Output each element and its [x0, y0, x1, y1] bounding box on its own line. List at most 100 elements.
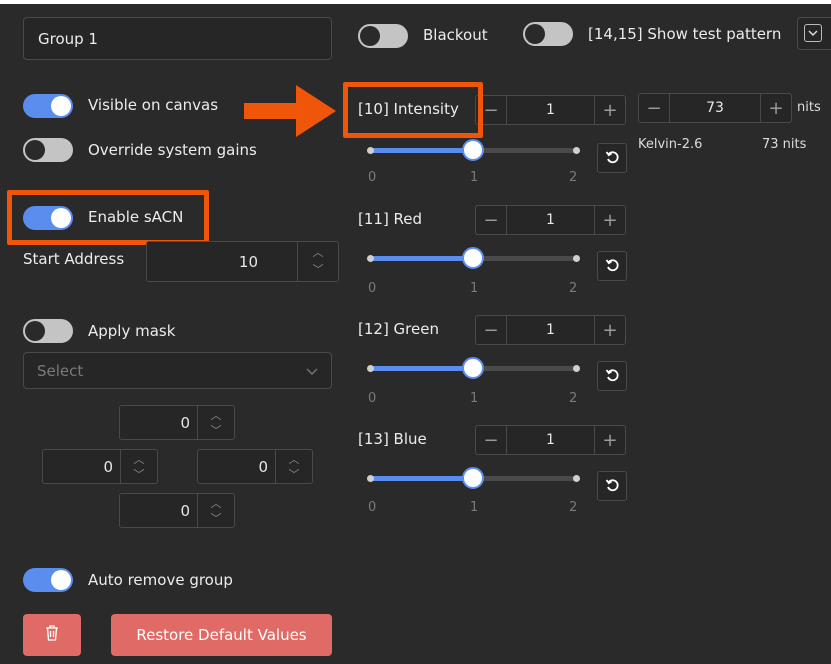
slider-max-dot [573, 365, 580, 372]
channel-value[interactable]: 1 [506, 206, 595, 234]
slider-fill [368, 476, 473, 481]
chevron-up-icon[interactable]: ︿ [298, 247, 338, 259]
mask-bottom-value: 0 [180, 501, 190, 520]
tick-label: 1 [470, 170, 479, 185]
apply-mask-toggle[interactable] [23, 319, 73, 343]
group-name-value: Group 1 [38, 30, 98, 48]
nits-stepper[interactable]: − 73 + [638, 93, 792, 123]
toggle-knob [25, 140, 45, 160]
toggle-knob [525, 24, 545, 44]
channel-value[interactable]: 1 [506, 316, 595, 344]
reset-icon [605, 257, 619, 276]
slider-min-dot [367, 365, 374, 372]
slider-thumb[interactable] [462, 247, 484, 269]
tick-label: 2 [569, 281, 578, 296]
group-name-input[interactable]: Group 1 [23, 17, 332, 60]
start-address-spinner[interactable]: 10 ︿ ﹀ [146, 241, 339, 282]
nits-preset: Kelvin-2.6 [638, 137, 703, 152]
increment-button[interactable]: + [595, 96, 625, 124]
increment-button[interactable]: + [595, 206, 625, 234]
chevron-down-icon [804, 24, 822, 42]
annotation-arrow-icon [244, 85, 336, 137]
mask-right-spinner[interactable]: 0 ︿ ﹀ [197, 449, 313, 484]
channel-stepper[interactable]: − 1 + [475, 425, 626, 455]
reset-button[interactable] [597, 361, 627, 391]
nits-increment-button[interactable]: + [761, 94, 791, 122]
spinner-arrows[interactable]: ︿ ﹀ [275, 450, 312, 483]
slider-thumb[interactable] [462, 467, 484, 489]
increment-button[interactable]: + [595, 316, 625, 344]
slider-max-dot [573, 147, 580, 154]
intensity-highlight [343, 82, 483, 138]
decrement-button[interactable]: − [476, 316, 506, 344]
chevron-up-icon[interactable]: ︿ [121, 454, 157, 466]
nits-readout: 73 nits [762, 137, 807, 152]
tick-label: 0 [368, 281, 377, 296]
reset-button[interactable] [597, 471, 627, 501]
tick-label: 0 [368, 170, 377, 185]
reset-button[interactable] [597, 251, 627, 281]
restore-default-values-button[interactable]: Restore Default Values [111, 614, 332, 656]
chevron-down-icon[interactable]: ﹀ [121, 469, 157, 481]
slider-thumb[interactable] [462, 357, 484, 379]
slider-fill [368, 256, 473, 261]
mask-bottom-spinner[interactable]: 0 ︿ ﹀ [119, 493, 235, 528]
tick-label: 1 [470, 500, 479, 515]
spinner-arrows[interactable]: ︿ ﹀ [120, 450, 157, 483]
nits-decrement-button[interactable]: − [639, 94, 669, 122]
spinner-arrows[interactable]: ︿ ﹀ [197, 406, 234, 439]
start-address-value: 10 [238, 252, 258, 271]
slider-min-dot [367, 147, 374, 154]
chevron-up-icon[interactable]: ︿ [198, 498, 234, 510]
reset-icon [605, 477, 619, 496]
delete-group-button[interactable] [23, 614, 81, 656]
chevron-down-icon[interactable]: ﹀ [276, 469, 312, 481]
slider-max-dot [573, 255, 580, 262]
slider-min-dot [367, 475, 374, 482]
override-system-gains-toggle[interactable] [23, 138, 73, 162]
tick-label: 2 [569, 391, 578, 406]
mask-select[interactable]: Select [23, 352, 332, 389]
slider-thumb[interactable] [462, 139, 484, 161]
channel-value[interactable]: 1 [506, 426, 595, 454]
test-pattern-dropdown[interactable] [797, 17, 831, 50]
mask-top-value: 0 [180, 413, 190, 432]
spinner-arrows[interactable]: ︿ ﹀ [297, 242, 338, 281]
channel-label: [12] Green [358, 320, 439, 338]
decrement-button[interactable]: − [476, 426, 506, 454]
chevron-down-icon[interactable]: ﹀ [198, 513, 234, 525]
chevron-up-icon[interactable]: ︿ [276, 454, 312, 466]
spinner-arrows[interactable]: ︿ ﹀ [197, 494, 234, 527]
apply-mask-label: Apply mask [88, 322, 176, 340]
nits-value[interactable]: 73 [669, 94, 761, 122]
toggle-knob [25, 321, 45, 341]
channel-stepper[interactable]: − 1 + [475, 95, 626, 125]
channel-value[interactable]: 1 [506, 96, 595, 124]
blackout-toggle[interactable] [358, 24, 408, 48]
slider-min-dot [367, 255, 374, 262]
visible-on-canvas-label: Visible on canvas [88, 96, 219, 114]
mask-right-value: 0 [258, 457, 268, 476]
chevron-down-icon[interactable]: ﹀ [298, 264, 338, 276]
visible-on-canvas-toggle[interactable] [23, 94, 73, 118]
auto-remove-group-label: Auto remove group [88, 571, 233, 589]
decrement-button[interactable]: − [476, 206, 506, 234]
channel-stepper[interactable]: − 1 + [475, 315, 626, 345]
mask-top-spinner[interactable]: 0 ︿ ﹀ [119, 405, 235, 440]
test-pattern-toggle[interactable] [523, 22, 573, 46]
trash-icon [45, 625, 59, 645]
mask-left-spinner[interactable]: 0 ︿ ﹀ [42, 449, 158, 484]
reset-icon [605, 149, 619, 168]
chevron-up-icon[interactable]: ︿ [198, 410, 234, 422]
chevron-down-icon[interactable]: ﹀ [198, 425, 234, 437]
channel-stepper[interactable]: − 1 + [475, 205, 626, 235]
increment-button[interactable]: + [595, 426, 625, 454]
tick-label: 0 [368, 500, 377, 515]
auto-remove-group-toggle[interactable] [23, 568, 73, 592]
tick-label: 0 [368, 391, 377, 406]
reset-button[interactable] [597, 143, 627, 173]
restore-default-values-label: Restore Default Values [136, 626, 307, 644]
channel-label: [11] Red [358, 210, 423, 228]
blackout-label: Blackout [423, 26, 488, 44]
mask-select-placeholder: Select [37, 362, 84, 380]
